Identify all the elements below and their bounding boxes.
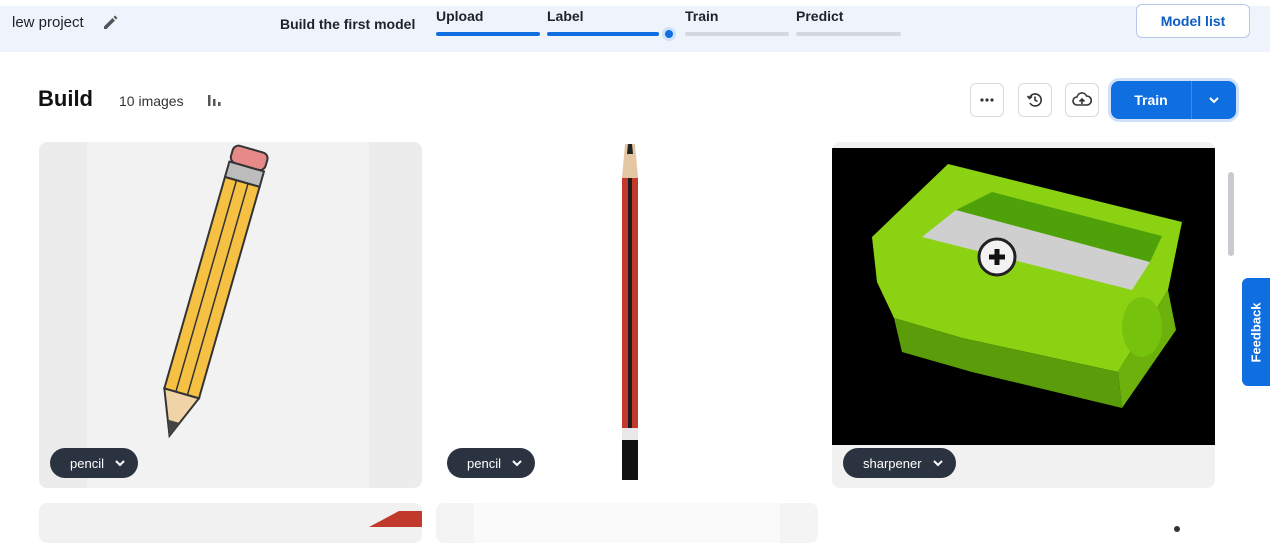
- tag-label: pencil: [467, 455, 501, 471]
- upload-button[interactable]: [1065, 83, 1099, 117]
- feedback-text: Feedback: [1248, 302, 1264, 362]
- pencil-red-image: [622, 144, 638, 480]
- image-card[interactable]: [436, 503, 818, 543]
- image-count: 10 images: [119, 93, 184, 109]
- history-icon: [1026, 93, 1042, 107]
- train-split-button: Train: [1111, 81, 1236, 119]
- image-card[interactable]: pencil: [436, 142, 818, 488]
- card-image-partial: [474, 503, 780, 543]
- model-list-button[interactable]: Model list: [1136, 4, 1250, 38]
- image-card[interactable]: [39, 503, 422, 543]
- label-tag[interactable]: pencil: [447, 448, 535, 478]
- step-predict[interactable]: Predict: [796, 8, 843, 24]
- step-train-bar: [685, 32, 789, 36]
- image-card[interactable]: [832, 503, 1215, 543]
- image-card[interactable]: pencil: [39, 142, 422, 488]
- pencil-cartoon-image: [87, 142, 369, 488]
- more-horizontal-icon: [980, 98, 994, 102]
- label-tag[interactable]: pencil: [50, 448, 138, 478]
- step-train[interactable]: Train: [685, 8, 718, 24]
- top-bar: lew project Build the first model Upload…: [0, 0, 1270, 52]
- tag-label: sharpener: [863, 455, 922, 471]
- tag-label: pencil: [70, 455, 104, 471]
- train-options-button[interactable]: [1192, 81, 1236, 119]
- project-name[interactable]: lew project: [12, 14, 84, 31]
- step-label-bar: [547, 32, 659, 36]
- feedback-tab-label[interactable]: Feedback: [1242, 278, 1270, 386]
- scrollbar-thumb[interactable]: [1228, 172, 1234, 256]
- bar-chart-icon[interactable]: [206, 92, 222, 108]
- train-button[interactable]: Train: [1111, 81, 1191, 119]
- more-options-button[interactable]: [970, 83, 1004, 117]
- chevron-down-icon: [115, 460, 125, 467]
- current-step-dot: [662, 27, 676, 41]
- step-upload[interactable]: Upload: [436, 8, 483, 24]
- edit-pencil-icon[interactable]: [101, 12, 121, 32]
- page-title: Build: [38, 86, 93, 111]
- cloud-upload-icon: [1072, 92, 1093, 106]
- step-label[interactable]: Label: [547, 8, 584, 24]
- step-upload-bar: [436, 32, 540, 36]
- card-image-partial: [369, 511, 422, 527]
- history-button[interactable]: [1018, 83, 1052, 117]
- chevron-down-icon: [932, 460, 943, 467]
- build-first-model-label: Build the first model: [280, 16, 416, 32]
- sharpener-image: [832, 148, 1215, 445]
- top-strip: [0, 0, 1270, 6]
- chevron-down-icon: [1209, 97, 1219, 104]
- label-tag[interactable]: sharpener: [843, 448, 956, 478]
- card-image-partial: [1174, 526, 1180, 532]
- image-card[interactable]: sharpener: [832, 142, 1215, 488]
- chevron-down-icon: [512, 460, 522, 467]
- step-predict-bar: [796, 32, 901, 36]
